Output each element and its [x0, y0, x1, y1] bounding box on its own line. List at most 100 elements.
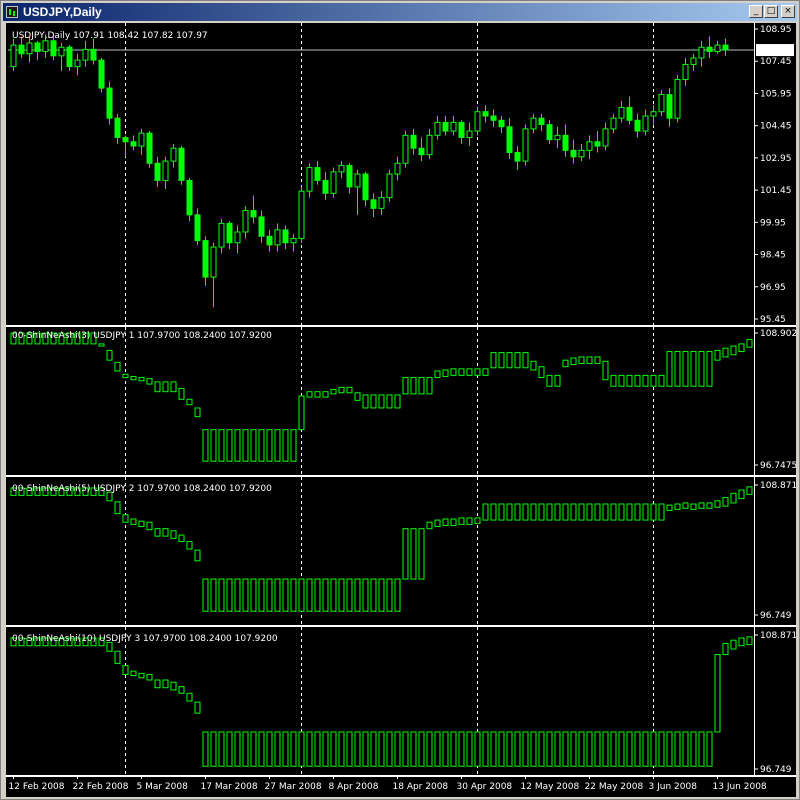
candle-body-0-49	[402, 134, 409, 164]
candle-body-0-71	[578, 149, 585, 158]
candle-body-0-84	[682, 63, 689, 80]
candle-body-1-58	[474, 368, 481, 376]
candle-body-2-47	[386, 578, 393, 612]
candle-body-0-75	[610, 117, 617, 130]
time-axis-label-11: 13 Jun 2008	[713, 782, 767, 792]
candle-body-1-29	[242, 429, 249, 462]
candle-body-1-20	[170, 381, 177, 393]
candle-body-3-86	[698, 731, 705, 767]
candle-body-0-8	[74, 59, 81, 68]
candle-body-2-41	[338, 578, 345, 612]
chart-app-icon	[6, 6, 18, 18]
candle-body-2-42	[346, 578, 353, 612]
candle-body-1-16	[138, 377, 145, 382]
candle-body-3-41	[338, 731, 345, 767]
maximize-button[interactable]: □	[764, 5, 778, 18]
chart-area[interactable]: USDJPY,Daily 107.91 108.42 107.82 107.97…	[6, 23, 796, 797]
candle-body-1-50	[410, 377, 417, 395]
candle-body-0-35	[290, 237, 297, 244]
candle-body-0-23	[194, 214, 201, 242]
candle-body-2-67	[546, 503, 553, 521]
candle-body-0-20	[170, 147, 177, 162]
candle-body-1-38	[314, 391, 321, 398]
candle-body-3-30	[250, 731, 257, 767]
close-button[interactable]: ×	[781, 5, 795, 18]
candle-body-0-11	[98, 59, 105, 89]
candle-body-1-23	[194, 407, 201, 418]
candle-body-1-70	[570, 357, 577, 366]
candle-body-1-32	[266, 429, 273, 462]
title-bar[interactable]: USDJPY,Daily _ □ ×	[3, 3, 797, 21]
candle-body-1-78	[634, 374, 641, 387]
candle-body-0-52	[426, 134, 433, 156]
main-chart-header: USDJPY,Daily 107.91 108.42 107.82 107.97	[12, 31, 208, 41]
candle-body-1-80	[650, 374, 657, 387]
candle-body-1-49	[402, 377, 409, 395]
price-tick-label-0-9: 95.45	[760, 315, 786, 325]
candle-body-1-39	[322, 391, 329, 398]
time-axis-label-4: 27 Mar 2008	[265, 782, 322, 792]
candle-body-3-32	[266, 731, 273, 767]
candle-body-2-25	[210, 578, 217, 612]
candle-body-3-26	[218, 731, 225, 767]
candle-body-2-33	[274, 578, 281, 612]
candle-body-0-3	[34, 42, 41, 53]
candle-body-0-0	[10, 44, 17, 68]
candle-body-3-44	[362, 731, 369, 767]
candle-body-1-13	[114, 361, 121, 372]
candle-body-0-16	[138, 132, 145, 147]
candle-body-0-77	[626, 106, 633, 121]
time-axis-label-6: 18 Apr 2008	[393, 782, 449, 792]
candle-body-2-82	[666, 504, 673, 511]
candle-body-3-62	[506, 731, 513, 767]
time-axis-label-1: 22 Feb 2008	[73, 782, 129, 792]
candle-body-1-85	[690, 350, 697, 387]
candle-body-2-79	[642, 503, 649, 521]
candle-body-3-75	[610, 731, 617, 767]
candle-body-3-74	[602, 731, 609, 767]
candle-body-2-76	[618, 503, 625, 521]
candle-body-2-72	[586, 503, 593, 521]
candle-body-0-55	[450, 121, 457, 132]
candle-body-3-46	[378, 731, 385, 767]
candle-body-1-46	[378, 394, 385, 409]
candle-body-3-24	[202, 731, 209, 767]
candle-body-2-21	[178, 534, 185, 543]
candle-body-0-17	[146, 132, 153, 164]
candle-body-1-14	[122, 373, 129, 379]
candle-body-3-38	[314, 731, 321, 767]
candle-body-2-62	[506, 503, 513, 521]
price-tick-label-0-6: 99.95	[760, 218, 786, 228]
candle-body-1-47	[386, 394, 393, 409]
candle-body-0-57	[466, 130, 473, 138]
candle-body-1-53	[434, 370, 441, 379]
candle-body-1-37	[306, 391, 313, 398]
time-axis-label-7: 30 Apr 2008	[457, 782, 513, 792]
candle-body-0-9	[82, 48, 89, 61]
candle-body-1-81	[658, 374, 665, 387]
candle-body-1-55	[450, 368, 457, 376]
price-tick-label-3-0: 108.871	[760, 631, 796, 641]
minimize-button[interactable]: _	[749, 5, 763, 18]
candle-body-2-71	[578, 503, 585, 521]
candle-body-3-55	[450, 731, 457, 767]
candle-body-2-81	[658, 503, 665, 521]
candle-body-2-36	[298, 578, 305, 612]
candle-body-0-34	[282, 229, 289, 244]
candle-body-2-66	[538, 503, 545, 521]
candle-body-1-68	[554, 374, 561, 387]
price-tick-label-0-5: 101.45	[760, 186, 792, 196]
candle-body-3-50	[410, 731, 417, 767]
candle-body-0-32	[266, 235, 273, 246]
indicator-2-header: 00-ShinNeAshi(5) USDJPY 2 107.9700 108.2…	[12, 484, 272, 494]
candle-body-0-36	[298, 190, 305, 239]
candle-body-2-88	[714, 500, 721, 508]
candle-body-1-71	[578, 356, 585, 364]
price-tick-label-0-7: 98.45	[760, 251, 786, 261]
candle-body-3-84	[682, 731, 689, 767]
candle-body-3-61	[498, 731, 505, 767]
candle-body-3-39	[322, 731, 329, 767]
candle-body-0-53	[434, 121, 441, 136]
candle-body-3-59	[482, 731, 489, 767]
candle-body-0-51	[418, 147, 425, 156]
